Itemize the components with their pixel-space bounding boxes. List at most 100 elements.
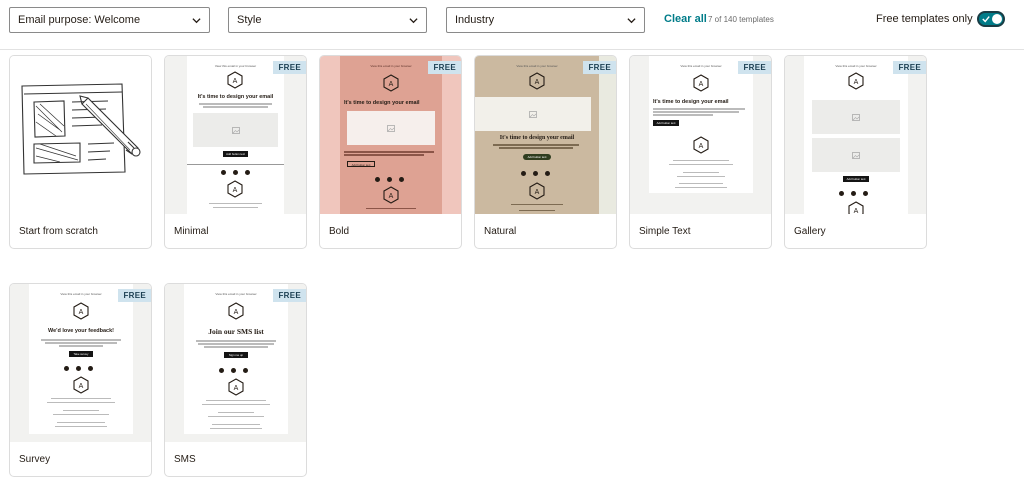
logo-letter: A <box>389 193 394 200</box>
preview-button: Add button text <box>843 176 869 182</box>
preview-button: Take survey <box>69 351 93 357</box>
text-line <box>210 428 262 429</box>
preview-headline: It's time to design your email <box>653 99 729 105</box>
logo-hexagon-icon: A <box>693 74 709 92</box>
template-thumbnail: View this email in your browser A It's t… <box>475 56 616 214</box>
email-preview: View this email in your browser A It's t… <box>649 56 753 193</box>
template-thumbnail: View this email in your browser A It's t… <box>320 56 461 214</box>
text-line <box>519 210 555 211</box>
preview-button: Add button text <box>223 151 248 157</box>
preview-button: Add button text <box>523 154 551 160</box>
template-thumbnail: View this email in your browser A Join o… <box>165 284 306 442</box>
twitter-icon <box>545 171 550 176</box>
footer-logo-hexagon-icon: A <box>383 186 399 204</box>
template-label: Gallery <box>794 226 826 237</box>
logo-letter: A <box>854 79 859 86</box>
email-purpose-dropdown[interactable]: Email purpose: Welcome <box>9 7 210 33</box>
instagram-icon <box>233 170 238 175</box>
instagram-icon <box>851 191 856 196</box>
text-line <box>55 426 107 427</box>
view-in-browser-text: View this email in your browser <box>680 64 722 68</box>
preview-headline: We'd love your feedback! <box>47 328 114 334</box>
template-count: 7 of 140 templates <box>708 15 774 24</box>
template-label: Minimal <box>174 226 209 237</box>
text-line <box>673 160 729 161</box>
email-preview: View this email in your browser A Add bu… <box>804 56 908 214</box>
facebook-icon <box>521 171 526 176</box>
style-label: Style <box>237 14 262 26</box>
logo-hexagon-icon: A <box>228 302 244 320</box>
logo-letter: A <box>699 143 704 150</box>
text-line <box>47 402 115 403</box>
image-icon <box>852 151 860 159</box>
instagram-icon <box>533 171 538 176</box>
logo-letter: A <box>699 81 704 88</box>
template-label: Start from scratch <box>19 226 98 237</box>
template-thumbnail: View this email in your browser A It's t… <box>630 56 771 214</box>
template-card-bold[interactable]: View this email in your browser A It's t… <box>319 55 462 249</box>
text-line <box>59 345 103 347</box>
template-card-gallery[interactable]: View this email in your browser A Add bu… <box>784 55 927 249</box>
free-templates-toggle[interactable] <box>977 11 1005 27</box>
image-icon <box>387 124 395 132</box>
sketch-illustration <box>21 83 141 175</box>
text-line <box>51 398 111 399</box>
check-icon <box>982 16 990 23</box>
view-in-browser-text: View this email in your browser <box>215 292 257 296</box>
template-label: Survey <box>19 454 51 465</box>
template-label: Bold <box>329 226 350 237</box>
view-in-browser-text: View this email in your browser <box>214 64 257 68</box>
twitter-icon <box>243 368 248 373</box>
image-placeholder <box>812 138 900 172</box>
free-badge: FREE <box>893 61 926 74</box>
footer-logo-hexagon-icon: A <box>529 182 545 200</box>
logo-letter: A <box>535 79 540 86</box>
text-line <box>53 414 109 415</box>
email-preview: View this email in your browser A It's t… <box>187 56 284 214</box>
twitter-icon <box>863 191 868 196</box>
logo-hexagon-icon: A <box>529 72 545 90</box>
text-line <box>45 342 117 344</box>
clear-all-link[interactable]: Clear all <box>664 13 707 25</box>
industry-dropdown[interactable]: Industry <box>446 7 645 33</box>
email-preview: View this email in your browser A Join o… <box>184 284 288 434</box>
template-card-survey[interactable]: View this email in your browser A We'd l… <box>9 283 152 477</box>
template-card-sms[interactable]: View this email in your browser A Join o… <box>164 283 307 477</box>
footer-logo-hexagon-icon: A <box>848 201 864 214</box>
text-line <box>202 404 270 405</box>
template-card-simple-text[interactable]: View this email in your browser A It's t… <box>629 55 772 249</box>
template-card-start-from-scratch[interactable]: Start from scratch <box>9 55 152 249</box>
free-badge: FREE <box>583 61 616 74</box>
logo-letter: A <box>535 189 540 196</box>
facebook-icon <box>219 368 224 373</box>
logo-letter: A <box>389 81 394 88</box>
image-placeholder <box>475 97 591 131</box>
text-line <box>683 172 719 173</box>
template-card-natural[interactable]: View this email in your browser A It's t… <box>474 55 617 249</box>
image-placeholder <box>347 111 435 145</box>
template-label: Natural <box>484 226 517 237</box>
preview-button: Sign me up <box>224 352 248 358</box>
free-templates-label: Free templates only <box>876 13 973 25</box>
footer-logo-hexagon-icon: A <box>227 180 243 198</box>
logo-letter: A <box>234 309 239 316</box>
logo-hexagon-icon: A <box>227 71 243 89</box>
divider <box>187 164 284 165</box>
style-dropdown[interactable]: Style <box>228 7 427 33</box>
image-icon <box>852 113 860 121</box>
logo-hexagon-icon: A <box>73 302 89 320</box>
chevron-down-icon <box>627 18 636 24</box>
text-line <box>344 154 424 156</box>
template-card-minimal[interactable]: View this email in your browser A It's t… <box>164 55 307 249</box>
text-line <box>677 176 725 177</box>
filter-toolbar: Email purpose: Welcome Style Industry Cl… <box>0 0 1024 50</box>
template-thumbnail: View this email in your browser A Add bu… <box>785 56 926 214</box>
logo-hexagon-icon: A <box>383 74 399 92</box>
text-line <box>653 114 713 116</box>
image-placeholder <box>193 113 278 147</box>
image-icon <box>231 126 240 134</box>
text-line <box>493 144 579 146</box>
text-line <box>366 208 416 209</box>
twitter-icon <box>399 177 404 182</box>
twitter-icon <box>245 170 250 175</box>
